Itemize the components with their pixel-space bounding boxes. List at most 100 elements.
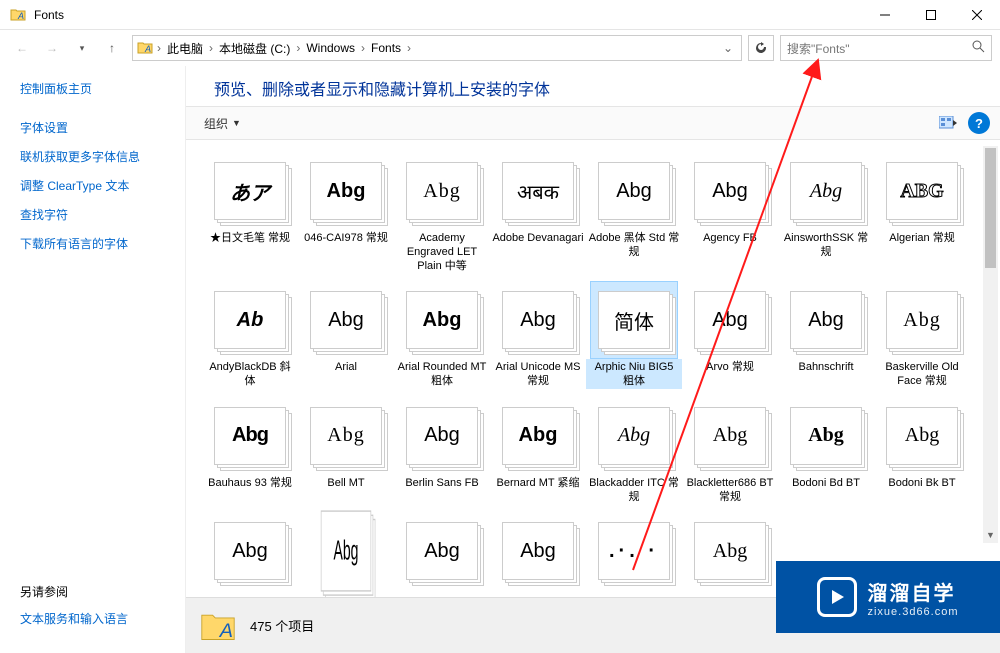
font-tile: Abg: [590, 152, 678, 230]
font-tile: 简体: [590, 281, 678, 359]
font-preview-glyph: Abg: [790, 291, 862, 349]
font-label: AndyBlackDB 斜体: [202, 359, 298, 389]
view-options-button[interactable]: [934, 116, 962, 130]
font-item[interactable]: AbgAcademy Engraved LET Plain 中等: [394, 152, 490, 273]
chevron-right-icon[interactable]: ›: [294, 41, 302, 55]
font-item[interactable]: AbgArial Rounded MT 粗体: [394, 281, 490, 389]
minimize-button[interactable]: [862, 0, 908, 30]
refresh-button[interactable]: [748, 35, 774, 61]
font-preview-glyph: Abg: [694, 291, 766, 349]
font-item[interactable]: Abg: [394, 512, 490, 597]
font-item[interactable]: .·. ·: [586, 512, 682, 597]
font-item[interactable]: AbgBodoni Bd BT: [778, 397, 874, 505]
font-preview-glyph: Abg: [694, 162, 766, 220]
font-tile: Abg: [302, 512, 390, 590]
breadcrumb-item[interactable]: Windows: [302, 41, 359, 55]
search-placeholder: 搜索"Fonts": [787, 40, 972, 57]
font-preview-glyph: Abg: [694, 522, 766, 580]
forward-button[interactable]: →: [38, 34, 66, 62]
font-item[interactable]: AbgBernard MT 紧缩: [490, 397, 586, 505]
sidebar: 控制面板主页 字体设置 联机获取更多字体信息 调整 ClearType 文本 查…: [0, 66, 185, 653]
breadcrumb-item[interactable]: 本地磁盘 (C:): [215, 40, 294, 57]
sidebar-link[interactable]: 联机获取更多字体信息: [20, 148, 185, 165]
font-item[interactable]: AbgBauhaus 93 常规: [202, 397, 298, 505]
font-tile: Abg: [686, 397, 774, 475]
font-item[interactable]: Abg: [682, 512, 778, 597]
scrollbar-vertical[interactable]: ▲ ▼: [983, 146, 998, 543]
font-label: [440, 590, 444, 597]
watermark-url: zixue.3d66.com: [867, 606, 958, 618]
recent-dropdown[interactable]: ▾: [68, 34, 96, 62]
organize-menu[interactable]: 组织 ▼: [196, 111, 249, 136]
breadcrumb-item[interactable]: Fonts: [367, 41, 405, 55]
watermark-badge: 溜溜自学 zixue.3d66.com: [776, 561, 1000, 633]
font-item[interactable]: AbgBodoni Bk BT: [874, 397, 970, 505]
fonts-folder-icon: A: [200, 608, 236, 644]
address-dropdown[interactable]: ⌄: [717, 41, 739, 55]
sidebar-link[interactable]: 下载所有语言的字体: [20, 235, 185, 252]
search-input[interactable]: 搜索"Fonts": [780, 35, 992, 61]
chevron-right-icon[interactable]: ›: [359, 41, 367, 55]
up-button[interactable]: ↑: [98, 34, 126, 62]
scroll-down-icon[interactable]: ▼: [983, 527, 998, 543]
font-preview-glyph: .·. ·: [598, 522, 670, 580]
svg-text:A: A: [144, 44, 151, 54]
font-label: Bodoni Bk BT: [886, 475, 957, 503]
watermark-title: 溜溜自学: [867, 577, 955, 606]
font-tile: Abg: [494, 281, 582, 359]
font-item[interactable]: Abg: [298, 512, 394, 597]
font-item[interactable]: AbgBahnschrift: [778, 281, 874, 389]
help-button[interactable]: ?: [968, 112, 990, 134]
font-item[interactable]: AbgArial Unicode MS 常规: [490, 281, 586, 389]
font-item[interactable]: Abg046-CAI978 常规: [298, 152, 394, 273]
sidebar-link[interactable]: 文本服务和输入语言: [20, 610, 185, 627]
maximize-button[interactable]: [908, 0, 954, 30]
font-item[interactable]: AbgBlackletter686 BT 常规: [682, 397, 778, 505]
font-item[interactable]: AbgBaskerville Old Face 常规: [874, 281, 970, 389]
scrollbar-thumb[interactable]: [985, 148, 996, 268]
font-label: Arial: [333, 359, 359, 387]
font-item[interactable]: AbgBerlin Sans FB: [394, 397, 490, 505]
font-item[interactable]: Abg: [202, 512, 298, 597]
back-button[interactable]: ←: [8, 34, 36, 62]
font-item[interactable]: AbgArial: [298, 281, 394, 389]
chevron-right-icon[interactable]: ›: [405, 41, 413, 55]
font-item[interactable]: あア★日文毛笔 常规: [202, 152, 298, 273]
font-preview-glyph: Abg: [406, 291, 478, 349]
font-item[interactable]: ABGAlgerian 常规: [874, 152, 970, 273]
font-tile: Abg: [686, 281, 774, 359]
chevron-right-icon[interactable]: ›: [207, 41, 215, 55]
fonts-folder-icon: A: [10, 7, 26, 23]
sidebar-home[interactable]: 控制面板主页: [20, 80, 185, 97]
font-tile: Abg: [398, 512, 486, 590]
font-tile: Abg: [686, 152, 774, 230]
font-item[interactable]: AbgArvo 常规: [682, 281, 778, 389]
font-item[interactable]: AbgAdobe 黑体 Std 常规: [586, 152, 682, 273]
font-label: Agency FB: [701, 230, 759, 258]
font-label: [248, 590, 252, 597]
font-item[interactable]: AbgBell MT: [298, 397, 394, 505]
breadcrumb[interactable]: A › 此电脑 › 本地磁盘 (C:) › Windows › Fonts › …: [132, 35, 742, 61]
font-tile: Abg: [782, 281, 870, 359]
sidebar-link[interactable]: 字体设置: [20, 119, 185, 136]
font-tile: Abg: [206, 397, 294, 475]
font-item[interactable]: AbAndyBlackDB 斜体: [202, 281, 298, 389]
chevron-right-icon[interactable]: ›: [155, 41, 163, 55]
font-item[interactable]: Abg Agency FB: [682, 152, 778, 273]
font-label: Bell MT: [325, 475, 366, 503]
sidebar-link[interactable]: 调整 ClearType 文本: [20, 177, 185, 194]
font-item[interactable]: अबकAdobe Devanagari: [490, 152, 586, 273]
font-label: Adobe Devanagari: [490, 230, 585, 258]
font-item[interactable]: 简体Arphic Niu BIG5 粗体: [586, 281, 682, 389]
font-item[interactable]: AbgBlackadder ITC 常规: [586, 397, 682, 505]
font-label: Blackletter686 BT 常规: [682, 475, 778, 505]
breadcrumb-item[interactable]: 此电脑: [163, 40, 207, 57]
font-label: Arphic Niu BIG5 粗体: [586, 359, 682, 389]
font-item[interactable]: AbgAinsworthSSK 常规: [778, 152, 874, 273]
font-item[interactable]: Abg: [490, 512, 586, 597]
font-label: Baskerville Old Face 常规: [874, 359, 970, 389]
svg-text:A: A: [17, 11, 24, 21]
sidebar-link[interactable]: 查找字符: [20, 206, 185, 223]
font-tile: ABG: [878, 152, 966, 230]
close-button[interactable]: [954, 0, 1000, 30]
